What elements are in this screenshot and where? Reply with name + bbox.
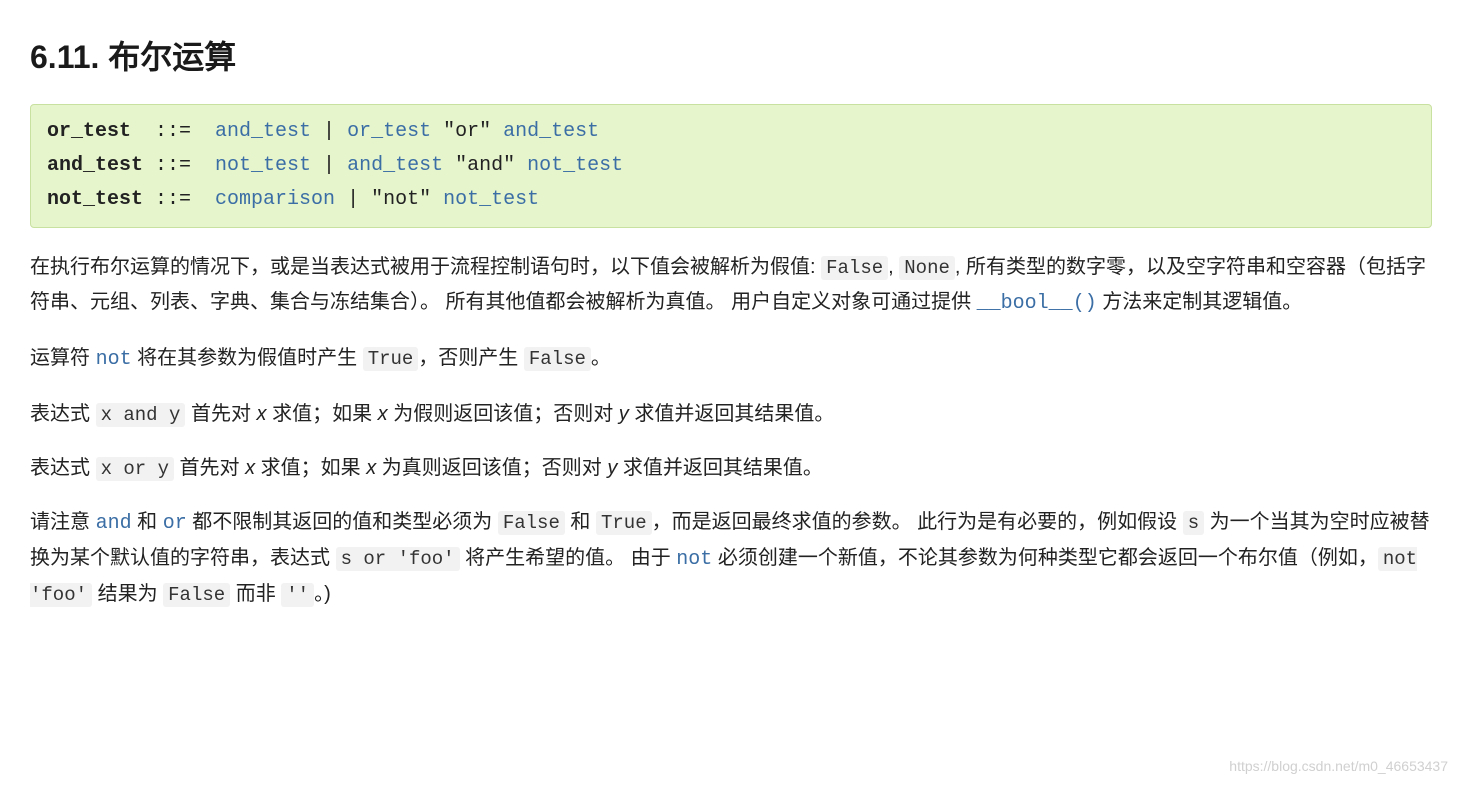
keyword-not[interactable]: not [96, 348, 132, 371]
code-literal: False [163, 583, 230, 607]
grammar-ref[interactable]: not_test [215, 154, 311, 177]
variable-x: x [378, 403, 388, 425]
text: 求值；如果 [255, 457, 366, 479]
grammar-def: not_test [47, 188, 143, 211]
grammar-sep: ::= [143, 154, 215, 177]
variable-y: y [607, 457, 617, 479]
variable-x: x [257, 403, 267, 425]
code-literal: s or 'foo' [336, 547, 460, 571]
text: 首先对 [185, 403, 256, 425]
code-literal: False [524, 347, 591, 371]
grammar-ref[interactable]: and_test [347, 154, 443, 177]
code-literal: True [596, 511, 652, 535]
code-literal: False [498, 511, 565, 535]
paragraph-note: 请注意 and 和 or 都不限制其返回的值和类型必须为 False 和 Tru… [30, 505, 1432, 611]
text: 结果为 [92, 583, 163, 605]
code-literal: True [363, 347, 419, 371]
text: 求值并返回其结果值。 [617, 457, 823, 479]
grammar-ref[interactable]: not_test [443, 188, 539, 211]
variable-x: x [366, 457, 376, 479]
grammar-def: and_test [47, 154, 143, 177]
text: 将在其参数为假值时产生 [132, 347, 363, 369]
keyword-or[interactable]: or [163, 512, 187, 535]
text: 为假则返回该值；否则对 [388, 403, 619, 425]
text: 求值并返回其结果值。 [629, 403, 835, 425]
code-literal: s [1183, 511, 1204, 535]
grammar-bar: | [311, 154, 347, 177]
grammar-ref[interactable]: comparison [215, 188, 335, 211]
paragraph-and: 表达式 x and y 首先对 x 求值；如果 x 为假则返回该值；否则对 y … [30, 397, 1432, 431]
grammar-ref[interactable]: or_test [347, 120, 431, 143]
code-literal: None [899, 256, 955, 280]
text: 必须创建一个新值，不论其参数为何种类型它都会返回一个布尔值（例如， [712, 547, 1378, 569]
keyword-not[interactable]: not [676, 548, 712, 571]
grammar-sep: ::= [143, 188, 215, 211]
text: 而非 [230, 583, 281, 605]
text: 和 [565, 511, 596, 533]
variable-y: y [619, 403, 629, 425]
grammar-literal: "not" [371, 188, 443, 211]
paragraph-or: 表达式 x or y 首先对 x 求值；如果 x 为真则返回该值；否则对 y 求… [30, 451, 1432, 485]
text: 表达式 [30, 403, 96, 425]
grammar-literal: "and" [443, 154, 527, 177]
text: 和 [132, 511, 163, 533]
text: 。 [591, 347, 611, 369]
grammar-ref[interactable]: not_test [527, 154, 623, 177]
grammar-sep: ::= [143, 120, 215, 143]
watermark: https://blog.csdn.net/m0_46653437 [1229, 755, 1448, 779]
grammar-bar: | [335, 188, 371, 211]
paragraph-not: 运算符 not 将在其参数为假值时产生 True，否则产生 False。 [30, 341, 1432, 377]
text: 求值；如果 [267, 403, 378, 425]
grammar-bar: | [311, 120, 347, 143]
text: 方法来定制其逻辑值。 [1097, 291, 1303, 313]
text: 表达式 [30, 457, 96, 479]
grammar-ref[interactable]: and_test [503, 120, 599, 143]
text: 在执行布尔运算的情况下，或是当表达式被用于流程控制语句时，以下值会被解析为假值: [30, 256, 821, 278]
text: 。) [314, 583, 331, 605]
grammar-ref[interactable]: and_test [215, 120, 311, 143]
text: 将产生希望的值。 由于 [460, 547, 677, 569]
grammar-block: or_test ::= and_test | or_test "or" and_… [30, 104, 1432, 228]
text: , [888, 256, 899, 278]
code-literal: x and y [96, 403, 186, 427]
text: 为真则返回该值；否则对 [376, 457, 607, 479]
grammar-literal: "or" [431, 120, 503, 143]
code-literal: x or y [96, 457, 174, 481]
grammar-def: or_test [47, 120, 143, 143]
text: 首先对 [174, 457, 245, 479]
keyword-and[interactable]: and [96, 512, 132, 535]
text: 请注意 [30, 511, 96, 533]
text: 都不限制其返回的值和类型必须为 [187, 511, 498, 533]
text: ，否则产生 [418, 347, 524, 369]
code-literal: '' [281, 583, 314, 607]
text: 运算符 [30, 347, 96, 369]
paragraph-intro: 在执行布尔运算的情况下，或是当表达式被用于流程控制语句时，以下值会被解析为假值:… [30, 250, 1432, 320]
variable-x: x [245, 457, 255, 479]
text: ，而是返回最终求值的参数。 此行为是有必要的，例如假设 [652, 511, 1183, 533]
section-heading: 6.11. 布尔运算 [30, 30, 1432, 84]
bool-method-link[interactable]: __bool__() [977, 292, 1097, 315]
code-literal: False [821, 256, 888, 280]
